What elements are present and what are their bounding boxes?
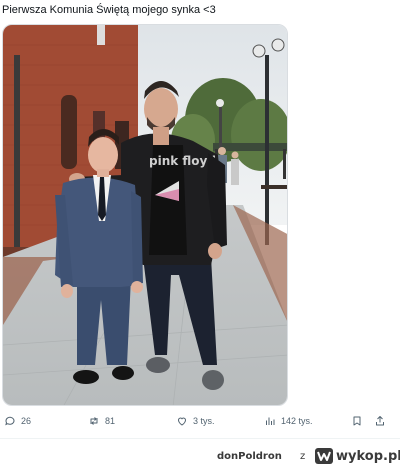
- tweet-actions: 26 81 3 tys. 142 tys.: [0, 412, 400, 432]
- separator-text: z: [300, 451, 306, 462]
- site-logo: wykop.pl: [315, 448, 400, 464]
- photo-scene: pink floyd: [3, 25, 287, 405]
- bookmark-action[interactable]: [351, 415, 363, 427]
- views-action[interactable]: 142 tys.: [264, 415, 313, 427]
- divider: [0, 438, 400, 439]
- author-username: donPoldron: [217, 451, 282, 462]
- like-action[interactable]: 3 tys.: [176, 415, 215, 427]
- site-name: wykop.pl: [336, 448, 400, 464]
- heart-icon: [177, 417, 187, 426]
- repost-icon: [90, 417, 98, 425]
- views-icon: [266, 417, 275, 425]
- share-action[interactable]: [374, 415, 386, 427]
- repost-count: 81: [105, 416, 116, 426]
- repost-action[interactable]: 81: [88, 415, 115, 427]
- views-count: 142 tys.: [281, 416, 313, 426]
- like-count: 3 tys.: [193, 416, 215, 426]
- share-icon: [376, 416, 384, 426]
- bookmark-icon: [353, 416, 361, 426]
- wykop-logo-icon: [315, 448, 333, 464]
- shirt-text: pink floyd: [149, 154, 216, 168]
- reply-icon: [5, 416, 15, 426]
- reply-count: 26: [21, 416, 32, 426]
- tweet-photo[interactable]: pink floyd: [2, 24, 288, 406]
- watermark-footer: donPoldron z wykop.pl: [0, 446, 400, 468]
- tweet-text: Pierwsza Komunia Świętą mojego synka <3: [2, 4, 216, 16]
- reply-action[interactable]: 26: [4, 415, 31, 427]
